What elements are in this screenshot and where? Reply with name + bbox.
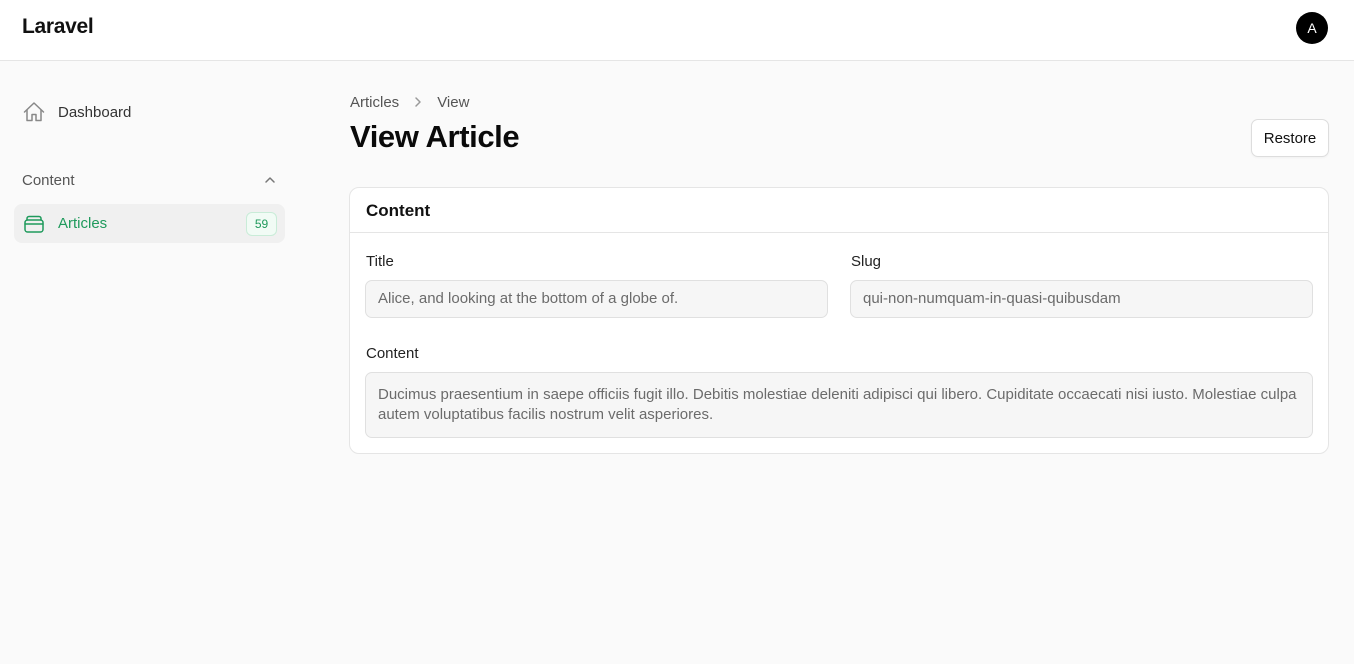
sidebar-item-label: Dashboard	[58, 103, 132, 121]
slug-label: Slug	[851, 253, 882, 270]
user-avatar[interactable]: A	[1296, 12, 1328, 44]
chevron-right-icon	[415, 97, 421, 107]
content-section: Content Title Alice, and looking at the …	[349, 187, 1329, 454]
sidebar-item-dashboard[interactable]: Dashboard	[14, 93, 285, 131]
content-field[interactable]: Ducimus praesentium in saepe officiis fu…	[365, 372, 1313, 438]
page-title: View Article	[350, 119, 520, 154]
archive-box-icon	[24, 215, 44, 233]
breadcrumb-item-view: View	[437, 93, 470, 111]
sidebar-group-label: Content	[22, 171, 75, 189]
brand-logo[interactable]: Laravel	[22, 15, 94, 39]
top-bar: Laravel A	[0, 0, 1354, 61]
section-header: Content	[350, 188, 1328, 233]
breadcrumb: Articles View	[350, 93, 469, 111]
title-label: Title	[366, 253, 394, 270]
content-label: Content	[366, 345, 419, 362]
section-title: Content	[366, 201, 431, 220]
chevron-up-icon[interactable]	[263, 173, 277, 187]
count-badge: 59	[246, 212, 277, 236]
sidebar-group-content[interactable]: Content	[22, 169, 277, 191]
slug-field[interactable]: qui-non-numquam-in-quasi-quibusdam	[850, 280, 1313, 318]
sidebar-item-label: Articles	[58, 215, 108, 232]
breadcrumb-item-articles[interactable]: Articles	[350, 94, 399, 111]
restore-button[interactable]: Restore	[1251, 119, 1329, 157]
title-field[interactable]: Alice, and looking at the bottom of a gl…	[365, 280, 828, 318]
sidebar-item-articles[interactable]: Articles 59	[14, 204, 285, 243]
sidebar: Dashboard Content Articles 59	[0, 61, 300, 664]
home-icon	[23, 102, 45, 122]
